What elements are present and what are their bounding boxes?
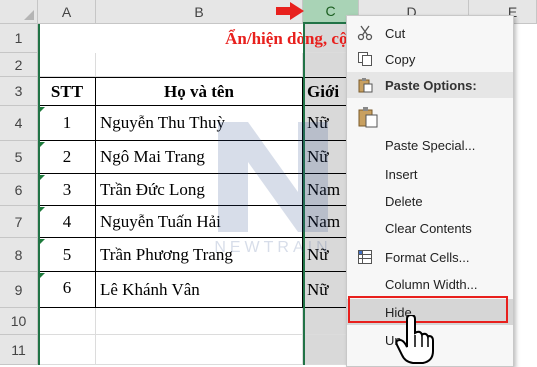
row-header-7[interactable]: 7	[0, 206, 38, 238]
menu-item-format-cells[interactable]: Format Cells...	[347, 244, 513, 270]
cell[interactable]	[96, 53, 303, 77]
menu-item-clear-contents[interactable]: Clear Contents	[347, 215, 513, 241]
cell[interactable]	[38, 308, 96, 335]
row-header-5[interactable]: 5	[0, 141, 38, 174]
row-header-4[interactable]: 4	[0, 106, 38, 141]
cell-stt[interactable]: 6	[38, 272, 96, 308]
row-header-10[interactable]: 10	[0, 308, 38, 335]
paste-icon	[357, 77, 373, 93]
menu-item-label: Cut	[385, 25, 406, 41]
clipboard-paste-icon	[357, 106, 379, 128]
newtrain-watermark-logo: NEWTRAIN	[214, 122, 331, 256]
menu-item-label: Column Width...	[385, 276, 478, 292]
column-header-b[interactable]: B	[96, 0, 303, 24]
cell-stt[interactable]: 5	[38, 238, 96, 272]
menu-item-label: Paste Special...	[385, 137, 476, 153]
menu-item-cut[interactable]: Cut	[347, 20, 513, 46]
row-header-3[interactable]: 3	[0, 77, 38, 106]
svg-text:NEWTRAIN: NEWTRAIN	[214, 239, 331, 256]
menu-item-paste-special[interactable]: Paste Special...	[347, 132, 513, 158]
row-header-2[interactable]: 2	[0, 53, 38, 77]
paste-options-header: Paste Options:	[347, 72, 513, 98]
active-border	[38, 24, 40, 365]
cell[interactable]	[96, 335, 303, 365]
select-all-corner[interactable]	[0, 0, 38, 24]
header-name[interactable]: Họ và tên	[96, 77, 303, 106]
cell-stt[interactable]: 4	[38, 206, 96, 238]
menu-item-copy[interactable]: Copy	[347, 46, 513, 72]
cell-name[interactable]: Lê Khánh Vân	[96, 272, 303, 308]
paste-option-button[interactable]	[347, 100, 513, 132]
format-cells-icon	[357, 249, 373, 265]
menu-item-label: Copy	[385, 51, 416, 67]
scissors-icon	[357, 25, 373, 41]
column-header-a[interactable]: A	[38, 0, 96, 24]
cell-stt[interactable]: 3	[38, 174, 96, 206]
row-header-8[interactable]: 8	[0, 238, 38, 272]
cell[interactable]	[38, 53, 96, 77]
cell[interactable]	[38, 335, 96, 365]
cell-stt[interactable]: 1	[38, 106, 96, 141]
menu-item-label: Insert	[385, 166, 418, 182]
row-header-6[interactable]: 6	[0, 174, 38, 206]
row-header-11[interactable]: 11	[0, 335, 38, 365]
menu-item-label: Format Cells...	[385, 249, 470, 265]
row-header-9[interactable]: 9	[0, 272, 38, 308]
cell-stt[interactable]: 2	[38, 141, 96, 174]
menu-item-column-width[interactable]: Column Width...	[347, 271, 513, 297]
menu-section-label: Paste Options:	[385, 77, 477, 93]
menu-item-label: Clear Contents	[385, 220, 472, 236]
cell[interactable]	[96, 308, 303, 335]
red-arrow-icon	[276, 2, 304, 20]
row-header-1[interactable]: 1	[0, 24, 38, 53]
menu-item-label: Delete	[385, 193, 423, 209]
copy-icon	[357, 51, 373, 67]
hand-cursor-icon	[395, 315, 434, 364]
menu-item-delete[interactable]: Delete	[347, 188, 513, 214]
header-stt[interactable]: STT	[38, 77, 96, 106]
menu-item-insert[interactable]: Insert	[347, 161, 513, 187]
